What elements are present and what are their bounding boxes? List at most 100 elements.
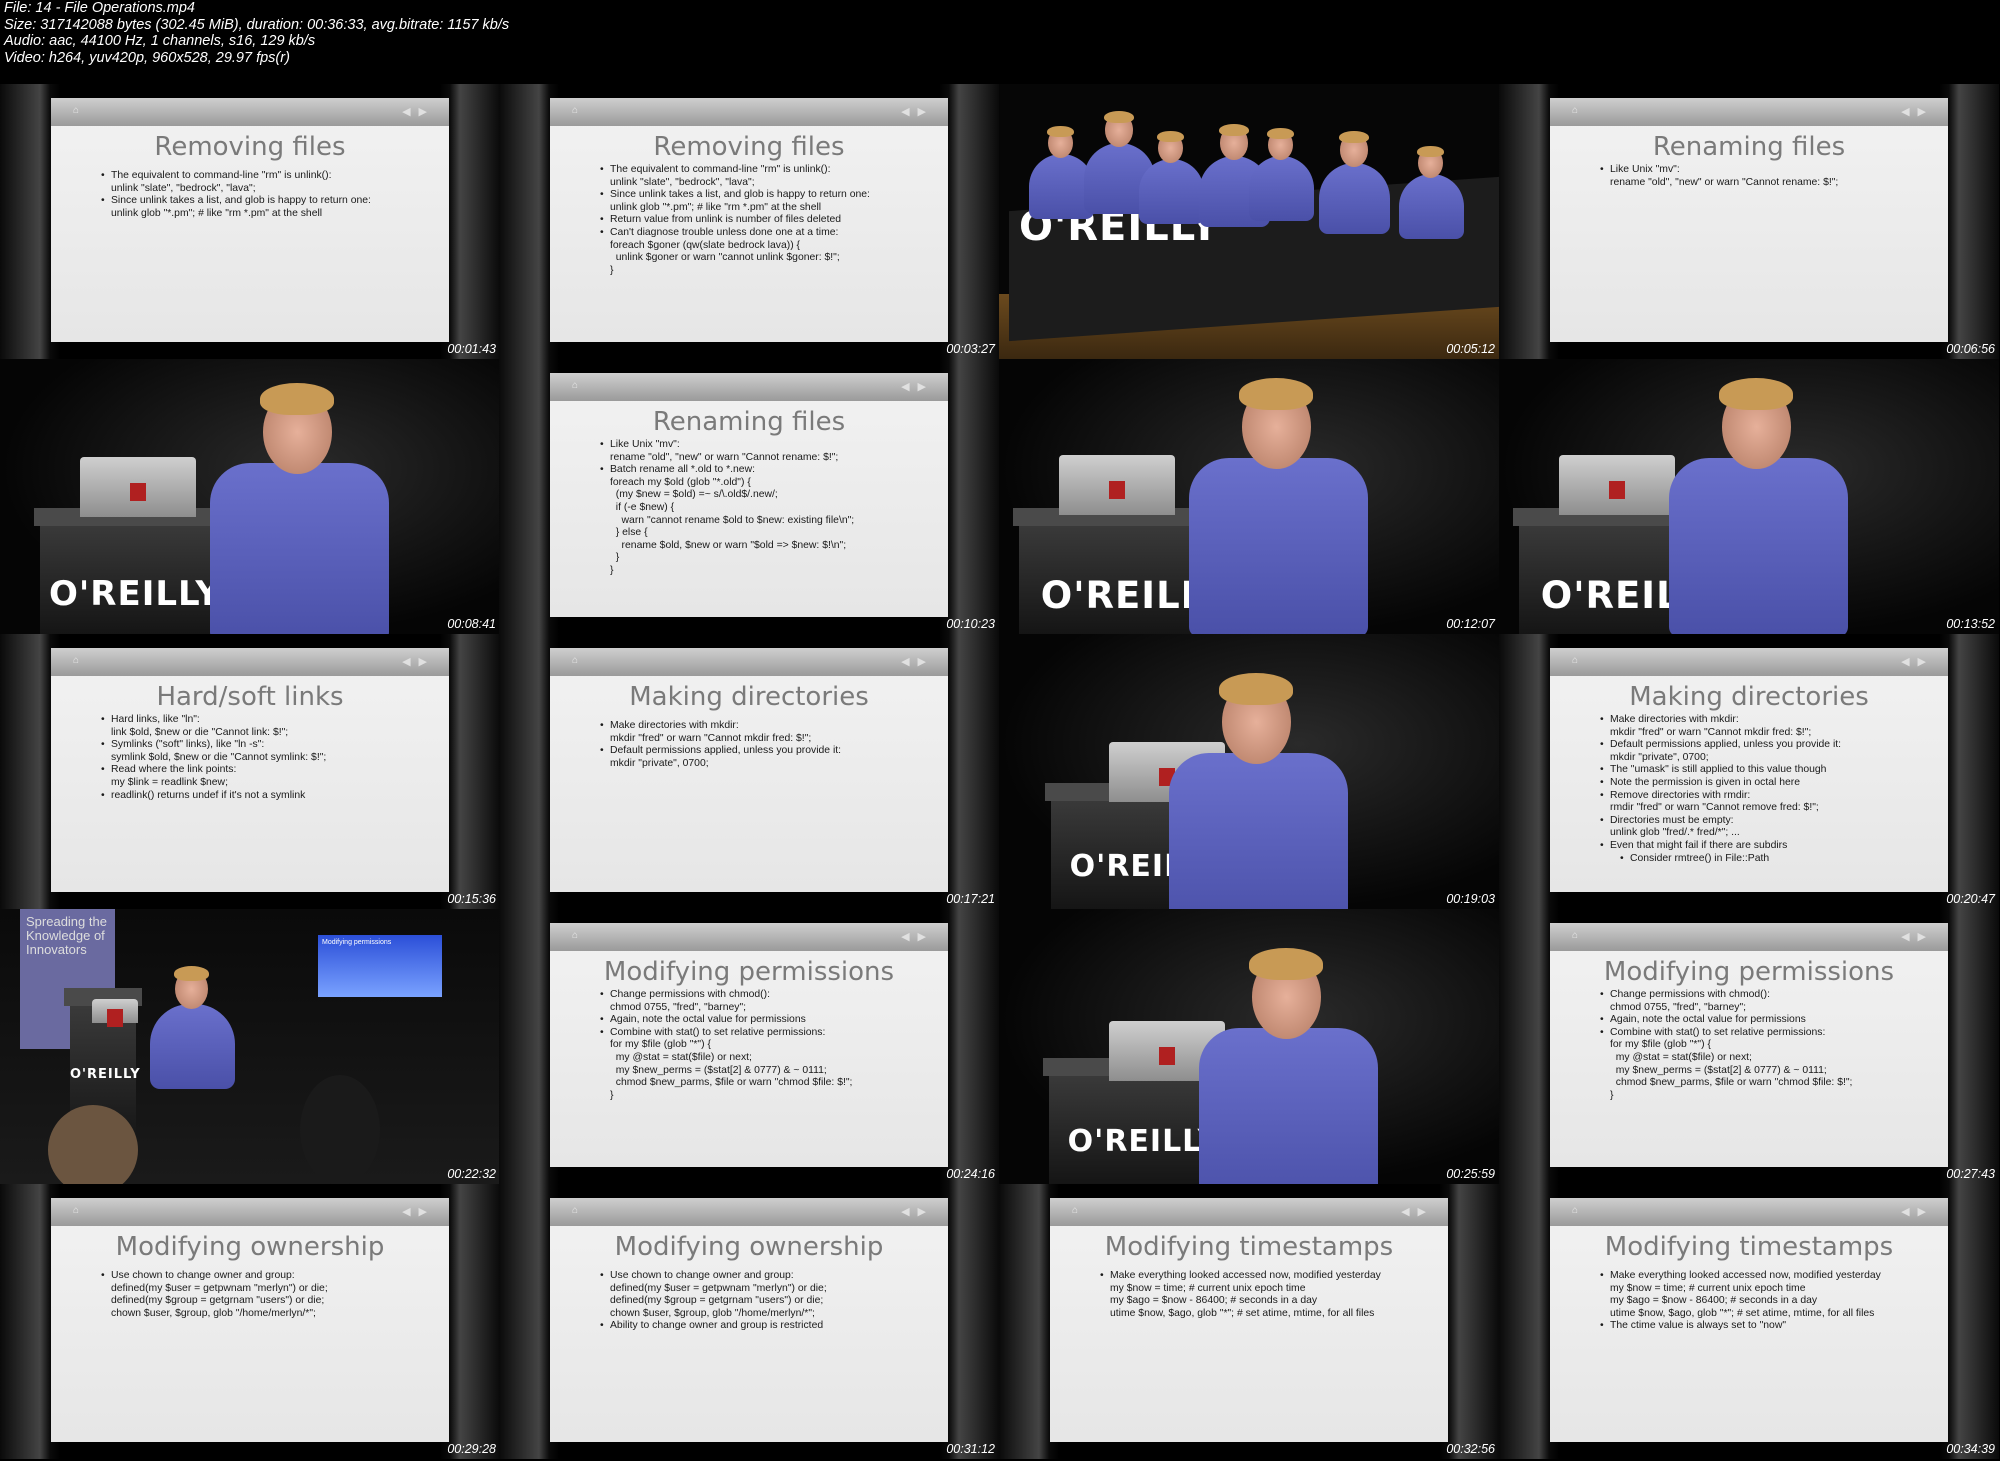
laptop [1059, 455, 1175, 516]
bullet-text: unlink "slate", "bedrock", "lava"; [610, 176, 755, 188]
slide-bullet-line: • Make everything looked accessed now, mo… [1600, 1270, 1930, 1283]
bullet-text: unlink glob "*.pm"; # like "rm *.pm" at … [610, 201, 822, 213]
bullet-text: Consider rmtree() in File::Path [1630, 852, 1770, 864]
video-thumbnail: ⌂ ◀▶ Modifying permissions • Change permissi… [1499, 909, 1999, 1184]
projection-screen: Modifying permissions [318, 935, 442, 997]
nav-arrows-icon: ◀▶ [1901, 931, 1934, 943]
video-thumbnail: ⌂ ◀▶ Modifying permissions • Change permissi… [499, 909, 999, 1184]
slide-frame: ⌂ ◀▶ Modifying ownership • Use chown to chan… [0, 1184, 500, 1459]
stage-scene: O'REILLY [999, 634, 1499, 909]
bullet-icon: • [1100, 1270, 1104, 1281]
slide-bullet-line: for my $file (glob "*") { [1600, 1039, 1930, 1052]
apple-logo-icon [1109, 480, 1125, 499]
slide-frame: ⌂ ◀▶ Removing files • The equivalent to comm… [0, 84, 500, 359]
nav-arrows-icon: ◀▶ [901, 1206, 934, 1218]
bullet-text: Combine with stat() to set relative perm… [610, 1026, 826, 1038]
audio-info-line: Audio: aac, 44100 Hz, 1 channels, s16, 1… [4, 33, 316, 49]
timestamp: 00:31:12 [946, 1442, 995, 1456]
timestamp: 00:08:41 [447, 617, 496, 631]
bullet-text: my $new_perms = ($stat[2] & 0777) & ~ 01… [610, 1064, 827, 1076]
home-icon: ⌂ [1072, 1205, 1079, 1216]
bullet-icon: • [1620, 852, 1624, 864]
slide-bullet-line: } [600, 265, 930, 278]
bullet-icon: • [101, 789, 105, 801]
slide-bullets: • Change permissions with chmod(): chmod 0… [1600, 989, 1930, 1102]
video-thumbnail: ⌂ ◀▶ Modifying timestamps • Make everything … [1499, 1184, 1999, 1459]
video-info-line: Video: h264, yuv420p, 960x528, 29.97 fps… [4, 49, 290, 66]
bullet-text: unlink glob "fred/.* fred/*"; ... [1610, 827, 1740, 839]
slide-bullet-line: } [600, 565, 930, 578]
slide-bullet-line: • Change permissions with chmod(): [600, 989, 930, 1002]
slide-bullet-line: rmdir "fred" or warn "Cannot remove fred… [1600, 802, 1930, 815]
slide: ⌂ ◀▶ Making directories • Make directories w… [1550, 648, 1948, 892]
slide-bullet-line: my $link = readlink $new; [101, 777, 431, 790]
slide-bullet-line: foreach $goner (qw(slate bedrock lava)) … [600, 240, 930, 253]
bullet-text: Again, note the octal value for permissi… [610, 1014, 806, 1026]
bullet-icon: • [101, 195, 105, 207]
bullet-text: Use chown to change owner and group: [610, 1270, 794, 1281]
slide-bullets: • Like Unix "mv": rename "old", "new" or w… [600, 439, 930, 578]
speaker-shirt [1139, 159, 1204, 224]
bullet-text: foreach my $old (glob "*.old") { [610, 476, 751, 488]
slide-toolbar: ⌂ ◀▶ [1550, 923, 1948, 951]
bullet-icon: • [1600, 776, 1604, 788]
bullet-text: rename "old", "new" or warn "Cannot rena… [610, 451, 839, 463]
slide-bullet-line: • readlink() returns undef if it's not a … [101, 790, 431, 803]
bullet-text: Directories must be empty: [1610, 814, 1734, 826]
slide: ⌂ ◀▶ Modifying ownership • Use chown to chan… [550, 1198, 948, 1442]
slide-toolbar: ⌂ ◀▶ [550, 923, 948, 951]
slide-bullets: • The equivalent to command-line "rm" is … [600, 164, 930, 277]
slide-bullet-line: defined(my $group = getgrnam "users") or… [101, 1295, 431, 1308]
bullet-text: Can't diagnose trouble unless done one a… [610, 226, 839, 238]
apple-logo-icon [130, 482, 146, 501]
slide-bullet-line: chmod $new_parms, $file or warn "chmod $… [1600, 1077, 1930, 1090]
bullet-text: my $now = time; # current unix epoch tim… [1110, 1282, 1306, 1294]
bullet-icon: • [1600, 164, 1604, 175]
slide-bullet-line: • Batch rename all *.old to *.new: [600, 464, 930, 477]
bullet-text: my $ago = $now - 86400; # seconds in a d… [1110, 1295, 1318, 1307]
speaker-shirt [1199, 1028, 1378, 1184]
bullet-text: Remove directories with rmdir: [1610, 789, 1751, 801]
slide-bullet-line: rename "old", "new" or warn "Cannot rena… [1600, 177, 1930, 190]
bullet-text: readlink() returns undef if it's not a s… [111, 789, 306, 801]
slide-bullet-line: my $now = time; # current unix epoch tim… [1600, 1283, 1930, 1296]
slide: ⌂ ◀▶ Modifying permissions • Change permissi… [550, 923, 948, 1167]
slide-bullet-line: • Combine with stat() to set relative per… [1600, 1027, 1930, 1040]
bullet-text: foreach $goner (qw(slate bedrock lava)) … [610, 239, 801, 251]
slide-frame: ⌂ ◀▶ Renaming files • Like Unix "mv": rename … [1499, 84, 1999, 359]
stage-scene: O'REILLY [999, 909, 1499, 1184]
bullet-icon: • [600, 189, 604, 201]
slide-title: Modifying timestamps [1604, 1232, 1894, 1262]
timestamp: 00:17:21 [946, 892, 995, 906]
stage-scene: O'REILLY [1499, 359, 1999, 634]
slide-bullet-line: chmod 0755, "fred", "barney"; [1600, 1002, 1930, 1015]
bullet-icon: • [1600, 1026, 1604, 1038]
slide-bullets: • Change permissions with chmod(): chmod 0… [600, 989, 930, 1102]
bullet-text: Symlinks ("soft" links), like "ln -s": [111, 739, 265, 751]
oreilly-logo: O'REILLY [70, 1067, 141, 1082]
bullet-text: utime $now, $ago, glob "*"; # set atime,… [1110, 1307, 1375, 1319]
bullet-text: The equivalent to command-line "rm" is u… [610, 164, 831, 175]
slide-bullet-line: • Symlinks ("soft" links), like "ln -s": [101, 739, 431, 752]
slide-toolbar: ⌂ ◀▶ [1550, 1198, 1948, 1226]
slide: ⌂ ◀▶ Renaming files • Like Unix "mv": rename … [1550, 98, 1948, 342]
bullet-text: Since unlink takes a list, and glob is h… [111, 195, 371, 207]
timestamp: 00:29:28 [447, 1442, 496, 1456]
slide-bullet-line: my $now = time; # current unix epoch tim… [1100, 1283, 1430, 1296]
timestamp: 00:19:03 [1446, 892, 1495, 906]
file-name-line: File: 14 - File Operations.mp4 [4, 0, 195, 16]
slide-bullet-line: • Note the permission is given in octal h… [1600, 777, 1930, 790]
nav-arrows-icon: ◀▶ [901, 931, 934, 943]
bullet-icon: • [101, 1270, 105, 1281]
bullet-icon: • [600, 1320, 604, 1332]
bullet-text: Like Unix "mv": [1610, 164, 1680, 175]
slide-frame: ⌂ ◀▶ Modifying ownership • Use chown to chan… [499, 1184, 999, 1459]
slide-bullet-line: rename $old, $new or warn "$old => $new:… [600, 540, 930, 553]
home-icon: ⌂ [1572, 1205, 1579, 1216]
slide-toolbar: ⌂ ◀▶ [1550, 98, 1948, 126]
speaker [1669, 374, 1848, 634]
timestamp: 00:20:47 [1946, 892, 1995, 906]
bullet-text: my $now = time; # current unix epoch tim… [1610, 1282, 1806, 1294]
video-thumbnail: O'REILLY 00:13:52 [1499, 359, 1999, 634]
timestamp: 00:22:32 [447, 1167, 496, 1181]
